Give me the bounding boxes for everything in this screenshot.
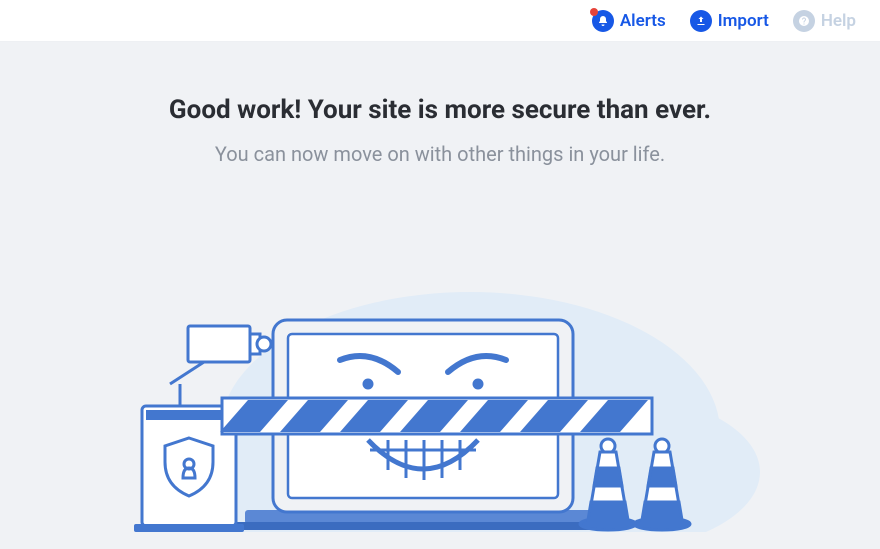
help-icon <box>793 10 815 32</box>
bell-icon <box>592 10 614 32</box>
header: Alerts Import Help <box>0 0 880 42</box>
alerts-button[interactable]: Alerts <box>592 10 666 32</box>
help-button[interactable]: Help <box>793 10 856 32</box>
upload-icon <box>690 10 712 32</box>
barrier-icon <box>212 398 652 434</box>
notification-dot-icon <box>590 8 598 16</box>
import-button[interactable]: Import <box>690 10 769 32</box>
import-label: Import <box>718 11 769 31</box>
help-label: Help <box>821 11 856 31</box>
security-illustration <box>0 202 880 532</box>
page-title: Good work! Your site is more secure than… <box>0 94 880 128</box>
page-subtitle: You can now move on with other things in… <box>0 142 880 166</box>
alerts-label: Alerts <box>620 11 666 31</box>
main-content: Good work! Your site is more secure than… <box>0 42 880 532</box>
